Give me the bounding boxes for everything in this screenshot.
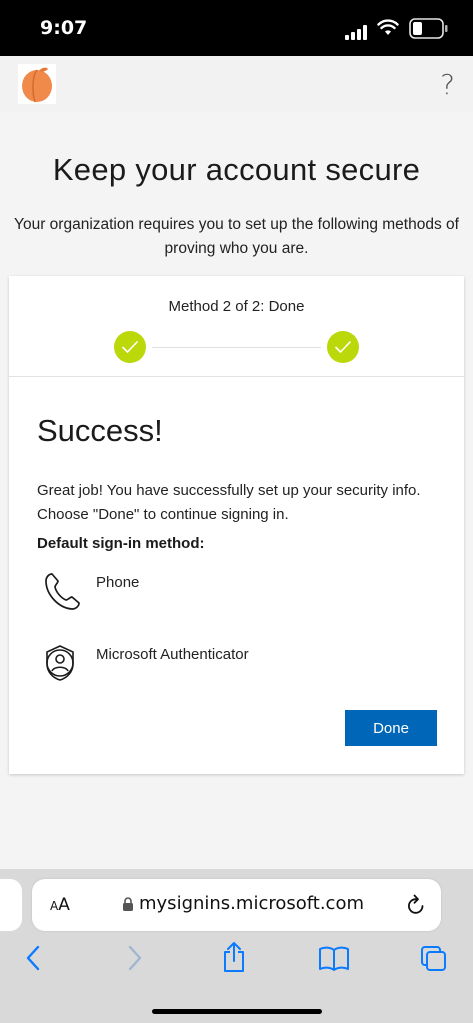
organization-logo (18, 64, 56, 104)
help-button[interactable]: ? (440, 68, 455, 101)
bookmarks-icon[interactable] (318, 945, 350, 971)
security-setup-card: Method 2 of 2: Done Success! Great job! … (9, 276, 464, 774)
battery-icon (409, 18, 448, 39)
share-icon[interactable] (221, 941, 247, 973)
method-label-phone: Phone (96, 574, 140, 591)
back-icon[interactable] (24, 945, 42, 971)
browser-toolbar: AA mysignins.microsoft.com (0, 869, 473, 1023)
method-item-phone: Phone (37, 572, 437, 612)
home-indicator (152, 1009, 322, 1014)
status-bar: 9:07 (0, 0, 473, 56)
step-2-complete-icon (327, 331, 359, 363)
page-subtitle: Your organization requires you to set up… (14, 216, 459, 257)
method-item-authenticator: Microsoft Authenticator (37, 644, 437, 684)
cellular-signal-icon (345, 24, 369, 40)
success-message: Great job! You have successfully set up … (37, 482, 421, 523)
phone-icon (45, 573, 80, 610)
progress-connector (152, 347, 321, 348)
default-method-label: Default sign-in method: (37, 535, 205, 552)
method-label-authenticator: Microsoft Authenticator (96, 646, 249, 663)
forward-icon[interactable] (126, 945, 144, 971)
status-time: 9:07 (40, 17, 88, 39)
page-title: Keep your account secure (52, 152, 421, 187)
success-title: Success! (37, 413, 163, 448)
address-bar[interactable]: AA mysignins.microsoft.com (32, 879, 441, 931)
progress-indicator: Method 2 of 2: Done (9, 276, 464, 377)
lock-icon (123, 897, 133, 911)
previous-tab-preview[interactable] (0, 879, 22, 931)
status-icons (339, 18, 449, 40)
authenticator-icon (46, 645, 74, 681)
app-header: ? (0, 56, 473, 112)
step-1-complete-icon (114, 331, 146, 363)
progress-label: Method 2 of 2: Done (168, 298, 305, 315)
tabs-icon[interactable] (420, 945, 448, 973)
url-text[interactable]: mysignins.microsoft.com (139, 893, 364, 914)
wifi-icon (377, 19, 399, 35)
done-button[interactable]: Done (345, 710, 437, 746)
text-size-button[interactable]: AA (50, 895, 70, 915)
reload-icon[interactable] (406, 894, 426, 916)
